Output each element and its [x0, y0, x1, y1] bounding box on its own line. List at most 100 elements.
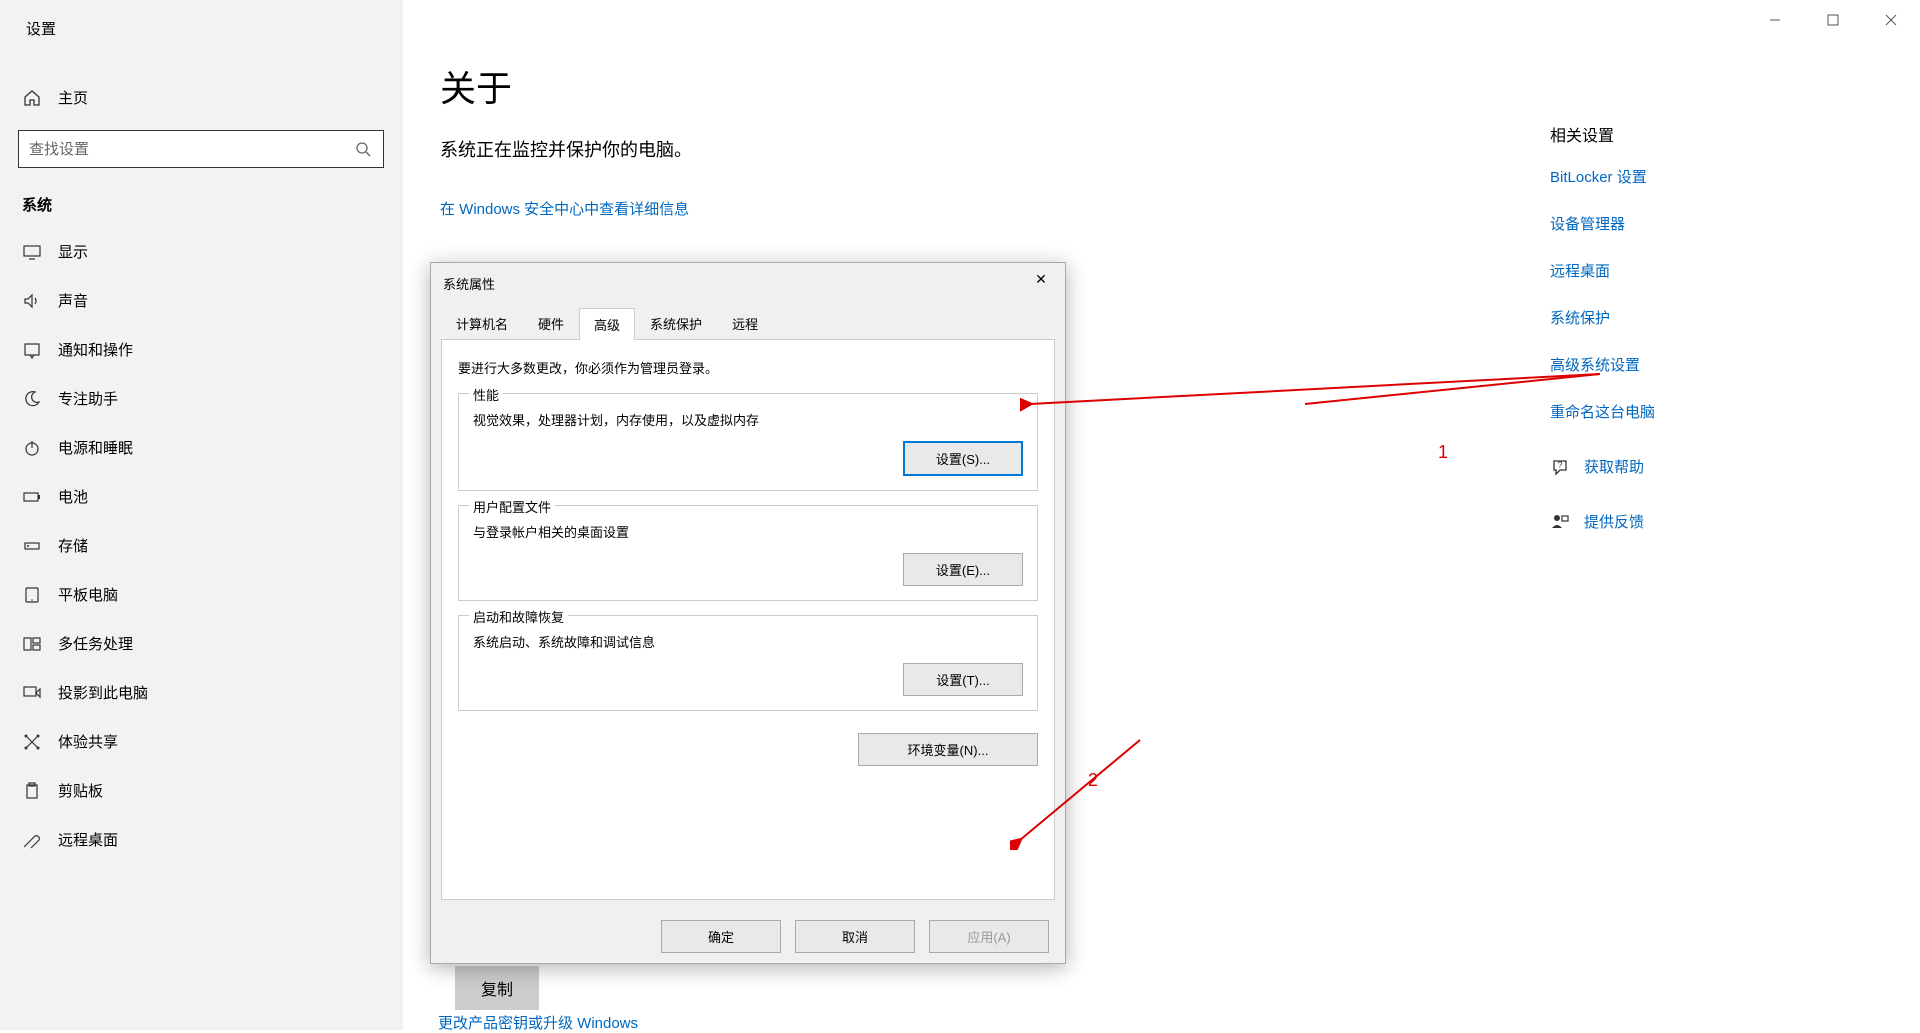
sidebar: 设置 主页 系统 显示 声音 通知和操作 专注助手 电源和睡眠 电池 存储 平板… [0, 0, 403, 1030]
nav-label: 体验共享 [58, 731, 118, 752]
group-desc: 系统启动、系统故障和调试信息 [473, 632, 1023, 651]
nav-display[interactable]: 显示 [0, 227, 403, 276]
search-input-container[interactable] [18, 130, 384, 168]
annotation-label-1: 1 [1438, 442, 1448, 463]
user-profiles-settings-button[interactable]: 设置(E)... [903, 553, 1023, 586]
group-startup-recovery: 启动和故障恢复 系统启动、系统故障和调试信息 设置(T)... [458, 615, 1038, 711]
link-system-protection[interactable]: 系统保护 [1550, 307, 1810, 328]
nav-focus[interactable]: 专注助手 [0, 374, 403, 423]
help-label: 获取帮助 [1584, 456, 1644, 477]
group-title: 启动和故障恢复 [469, 607, 568, 626]
moon-icon [22, 389, 42, 409]
group-desc: 视觉效果，处理器计划，内存使用，以及虚拟内存 [473, 410, 1023, 429]
dialog-footer: 确定 取消 应用(A) [431, 910, 1065, 963]
environment-variables-button[interactable]: 环境变量(N)... [858, 733, 1038, 766]
tab-body: 要进行大多数更改，你必须作为管理员登录。 性能 视觉效果，处理器计划，内存使用，… [441, 340, 1055, 900]
home-icon [22, 88, 42, 108]
nav-label: 远程桌面 [58, 829, 118, 850]
dialog-close-button[interactable]: ✕ [1029, 271, 1053, 295]
nav-label: 声音 [58, 290, 88, 311]
apply-button[interactable]: 应用(A) [929, 920, 1049, 953]
nav-shared[interactable]: 体验共享 [0, 717, 403, 766]
nav-home-label: 主页 [58, 87, 88, 108]
related-title: 相关设置 [1550, 122, 1810, 146]
link-bitlocker[interactable]: BitLocker 设置 [1550, 166, 1810, 187]
search-icon [353, 139, 373, 159]
group-performance: 性能 视觉效果，处理器计划，内存使用，以及虚拟内存 设置(S)... [458, 393, 1038, 491]
admin-note: 要进行大多数更改，你必须作为管理员登录。 [458, 358, 1038, 377]
nav-label: 投影到此电脑 [58, 682, 148, 703]
nav-storage[interactable]: 存储 [0, 521, 403, 570]
power-icon [22, 438, 42, 458]
ok-button[interactable]: 确定 [661, 920, 781, 953]
minimize-button[interactable] [1746, 0, 1804, 40]
nav-notifications[interactable]: 通知和操作 [0, 325, 403, 374]
link-remote-desktop[interactable]: 远程桌面 [1550, 260, 1810, 281]
multitask-icon [22, 634, 42, 654]
copy-button[interactable]: 复制 [455, 966, 539, 1010]
nav-label: 通知和操作 [58, 339, 133, 360]
nav-battery[interactable]: 电池 [0, 472, 403, 521]
give-feedback[interactable]: 提供反馈 [1550, 511, 1810, 532]
nav-label: 电源和睡眠 [58, 437, 133, 458]
group-desc: 与登录帐户相关的桌面设置 [473, 522, 1023, 541]
notification-icon [22, 340, 42, 360]
nav-label: 专注助手 [58, 388, 118, 409]
cancel-button[interactable]: 取消 [795, 920, 915, 953]
link-device-manager[interactable]: 设备管理器 [1550, 213, 1810, 234]
startup-recovery-settings-button[interactable]: 设置(T)... [903, 663, 1023, 696]
tab-system-protection[interactable]: 系统保护 [635, 307, 717, 339]
group-user-profiles: 用户配置文件 与登录帐户相关的桌面设置 设置(E)... [458, 505, 1038, 601]
page-title: 关于 [440, 60, 1920, 112]
nav-label: 平板电脑 [58, 584, 118, 605]
clipboard-icon [22, 781, 42, 801]
feedback-label: 提供反馈 [1584, 511, 1644, 532]
help-icon: ? [1550, 457, 1570, 477]
window-controls [1746, 0, 1920, 40]
performance-settings-button[interactable]: 设置(S)... [903, 441, 1023, 476]
battery-icon [22, 487, 42, 507]
link-rename-pc[interactable]: 重命名这台电脑 [1550, 401, 1810, 422]
sound-icon [22, 291, 42, 311]
dialog-tabs: 计算机名 硬件 高级 系统保护 远程 [441, 307, 1055, 340]
tab-remote[interactable]: 远程 [717, 307, 773, 339]
project-icon [22, 683, 42, 703]
remote-icon [22, 830, 42, 850]
section-title: 系统 [0, 180, 403, 227]
close-button[interactable] [1862, 0, 1920, 40]
nav-multitask[interactable]: 多任务处理 [0, 619, 403, 668]
display-icon [22, 242, 42, 262]
storage-icon [22, 536, 42, 556]
nav-label: 存储 [58, 535, 88, 556]
nav-power[interactable]: 电源和睡眠 [0, 423, 403, 472]
dialog-title: 系统属性 [443, 274, 495, 293]
nav-label: 剪贴板 [58, 780, 103, 801]
get-help[interactable]: ? 获取帮助 [1550, 456, 1810, 477]
tab-computer-name[interactable]: 计算机名 [441, 307, 523, 339]
annotation-label-2: 2 [1088, 770, 1098, 791]
feedback-icon [1550, 512, 1570, 532]
group-title: 用户配置文件 [469, 497, 555, 516]
nav-remote[interactable]: 远程桌面 [0, 815, 403, 864]
link-advanced-system[interactable]: 高级系统设置 [1550, 354, 1810, 375]
group-title: 性能 [469, 385, 503, 404]
maximize-button[interactable] [1804, 0, 1862, 40]
dialog-titlebar: 系统属性 ✕ [431, 263, 1065, 303]
share-icon [22, 732, 42, 752]
nav-projecting[interactable]: 投影到此电脑 [0, 668, 403, 717]
tab-hardware[interactable]: 硬件 [523, 307, 579, 339]
nav-clipboard[interactable]: 剪贴板 [0, 766, 403, 815]
related-settings-panel: 相关设置 BitLocker 设置 设备管理器 远程桌面 系统保护 高级系统设置… [1550, 122, 1810, 550]
nav-home[interactable]: 主页 [0, 77, 403, 118]
tablet-icon [22, 585, 42, 605]
nav-label: 显示 [58, 241, 88, 262]
nav-sound[interactable]: 声音 [0, 276, 403, 325]
security-center-link[interactable]: 在 Windows 安全中心中查看详细信息 [440, 201, 689, 218]
nav-label: 多任务处理 [58, 633, 133, 654]
system-properties-dialog: 系统属性 ✕ 计算机名 硬件 高级 系统保护 远程 要进行大多数更改，你必须作为… [430, 262, 1066, 964]
nav-tablet[interactable]: 平板电脑 [0, 570, 403, 619]
tab-advanced[interactable]: 高级 [579, 308, 635, 340]
search-input[interactable] [29, 141, 353, 158]
annotation-arrow-1 [1020, 362, 1610, 412]
window-title: 设置 [0, 0, 403, 57]
